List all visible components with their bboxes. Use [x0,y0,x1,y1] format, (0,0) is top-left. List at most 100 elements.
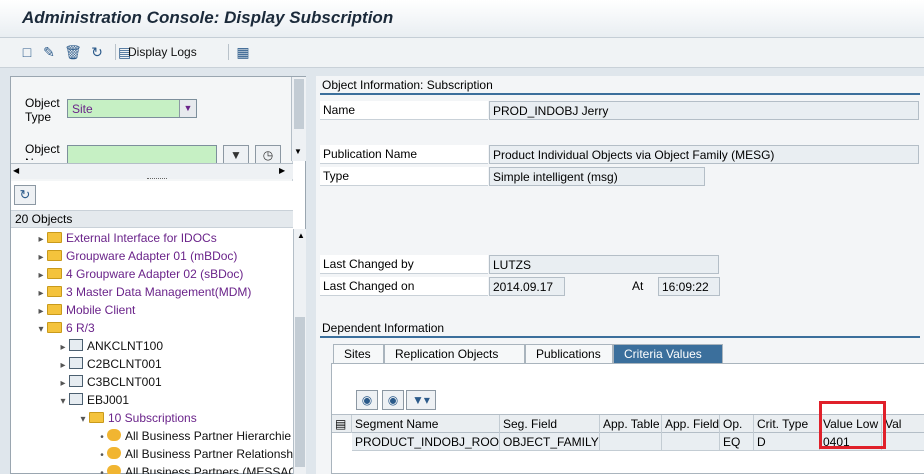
scroll-right-icon[interactable]: ▶ [279,166,285,175]
column-header[interactable]: Crit. Type [754,415,820,433]
details-button[interactable]: ◉ [356,390,378,410]
toolbar: □ ✎ 🗑 ↻ ▤ Display Logs ▦ [0,38,924,68]
refresh-icon[interactable]: ↻ [88,43,106,61]
tree-item[interactable]: ▸ C3BCLNT001 [57,373,162,391]
display-logs-button[interactable]: Display Logs [128,45,197,59]
tree-item-label: ANKCLNT100 [87,339,164,353]
scroll-thumb[interactable] [294,79,304,129]
object-tree: ▸ External Interface for IDOCs ▸ Groupware … [11,229,293,474]
object-type-value: Site [72,102,93,116]
table-cell-app-field[interactable] [662,433,720,451]
publication-name-field: Product Individual Objects via Object Fa… [489,145,919,164]
tree-item-label: C3BCLNT001 [87,375,162,389]
tree-item-label: All Business Partner Hierarchie [125,429,292,443]
filter-button[interactable]: ▼▾ [406,390,436,410]
table-cell-crit-type[interactable]: D [754,433,820,451]
system-icon [69,375,83,387]
scroll-up-icon[interactable]: ▲ [297,231,305,240]
last-changed-by-label: Last Changed by [320,255,488,274]
tree-item[interactable]: ▸ ANKCLNT100 [57,337,163,355]
tab-publications[interactable]: Publications [525,344,613,363]
new-document-icon[interactable]: □ [18,43,36,61]
table-cell-seg-field[interactable]: OBJECT_FAMILY [500,433,600,451]
tree-item[interactable]: ▾ 6 R/3 [35,319,95,339]
scroll-left-icon[interactable]: ◀ [13,166,19,175]
name-field: PROD_INDOBJ Jerry [489,101,919,120]
tree-refresh-button[interactable]: ↻ [14,185,36,205]
column-header[interactable]: App. Table [600,415,662,433]
object-name-label: Object Name [25,142,60,160]
filter-icon: ▼▾ [412,393,430,407]
tree-item[interactable]: ▾ 10 Subscriptions [77,409,197,429]
find-button[interactable]: ◉ [382,390,404,410]
tree-item[interactable]: ▸ External Interface for IDOCs [35,229,216,247]
folder-icon [47,322,62,333]
tree-item[interactable]: • All Business Partner Relationsh [97,445,293,463]
row-select-icon[interactable]: ▤ [332,415,352,433]
tree-scrollbar[interactable]: ▲ [293,229,306,474]
tree-item[interactable]: • All Business Partners (MESSAG [97,463,293,474]
tree-item[interactable]: ▸ C2BCLNT001 [57,355,162,373]
selection-area: Object Type Site ▼ Object Name ▼ ◷ ▼ ◀ ▶ [11,77,306,181]
column-header[interactable]: Seg. Field [500,415,600,433]
object-name-input[interactable] [67,145,217,164]
column-header[interactable]: Segment Name [352,415,500,433]
tree-item[interactable]: ▸ Groupware Adapter 01 (mBDoc) [35,247,237,265]
chevron-down-icon[interactable]: ▾ [77,411,89,429]
table-cell-app-table[interactable] [600,433,662,451]
tree-item[interactable]: ▾ EBJ001 [57,391,129,409]
table-cell-value-high[interactable] [882,433,924,451]
selection-scrollbar-horizontal[interactable]: ◀ ▶ [11,163,293,179]
chevron-down-icon[interactable]: ▼ [179,100,196,117]
system-icon [69,339,83,351]
tab-sites[interactable]: Sites [333,344,384,363]
tab-replication-objects[interactable]: Replication Objects [384,344,525,363]
last-changed-on-label: Last Changed on [320,277,488,296]
resize-grip[interactable] [147,178,167,181]
selection-scrollbar-vertical[interactable]: ▼ [291,77,306,161]
table-cell-op[interactable]: EQ [720,433,754,451]
last-changed-date-field: 2014.09.17 [489,277,565,296]
edit-icon[interactable]: ✎ [40,43,58,61]
tab-criteria-values[interactable]: Criteria Values [613,344,723,363]
at-label: At [632,279,644,293]
panel-splitter[interactable] [306,70,316,474]
tree-item[interactable]: ▸ 3 Master Data Management(MDM) [35,283,251,301]
object-type-dropdown[interactable]: Site ▼ [67,99,197,118]
tree-item-label: All Business Partners (MESSAG [125,465,293,474]
name-label: Name [320,101,488,120]
tree-item[interactable]: ▸ 4 Groupware Adapter 02 (sBDoc) [35,265,243,283]
filter-button[interactable]: ▼ [223,145,249,165]
tree-item-label: 6 R/3 [66,321,95,335]
last-changed-time-field: 16:09:22 [658,277,720,296]
objects-count-header: 20 Objects [11,210,293,228]
tree-item-label: C2BCLNT001 [87,357,162,371]
tree-item-label: 10 Subscriptions [108,411,197,425]
column-header[interactable]: Op. [720,415,754,433]
tree-item[interactable]: ▸ Mobile Client [35,301,135,319]
watermark: @稀土掘金技术社区 [760,452,887,468]
toolbar-separator [228,44,229,60]
scroll-thumb[interactable] [295,317,305,467]
details-icon: ◉ [361,393,373,407]
folder-icon [47,232,62,243]
tree-item[interactable]: • All Business Partner Hierarchie [97,427,291,445]
delete-icon[interactable]: 🗑 [64,43,82,61]
folder-icon [47,250,62,261]
system-icon [69,393,83,405]
column-header[interactable]: App. Field [662,415,720,433]
refresh-icon: ↻ [19,187,31,202]
chevron-down-icon[interactable]: ▾ [57,393,69,411]
subscription-icon [107,447,121,459]
table-cell-segment-name[interactable]: PRODUCT_INDOBJ_ROOT [352,433,500,451]
layout-icon[interactable]: ▦ [234,43,252,61]
type-label: Type [320,167,488,186]
object-type-label: Object Type [25,96,60,124]
search-button[interactable]: ◷ [255,145,281,165]
chevron-down-icon[interactable]: ▾ [35,321,47,339]
column-header[interactable]: Val [882,415,924,433]
scroll-down-icon[interactable]: ▼ [294,147,302,156]
system-icon [69,357,83,369]
last-changed-by-field: LUTZS [489,255,719,274]
find-icon: ◉ [387,393,399,407]
